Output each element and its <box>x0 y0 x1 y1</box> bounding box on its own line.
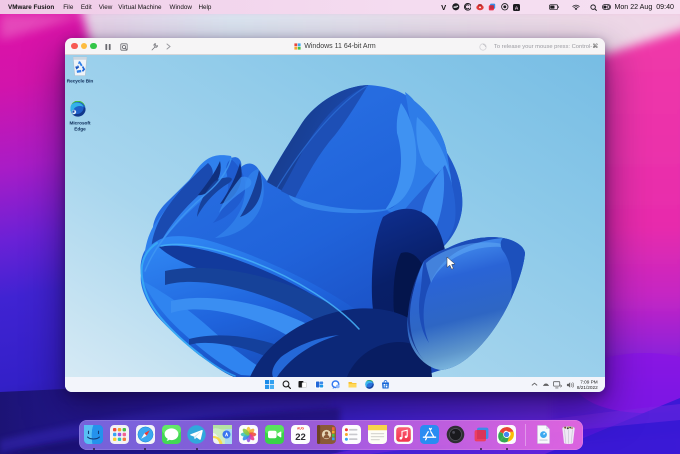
svg-text:A: A <box>515 5 519 11</box>
svg-text:AUG: AUG <box>297 427 305 431</box>
svg-text:22: 22 <box>295 432 306 443</box>
